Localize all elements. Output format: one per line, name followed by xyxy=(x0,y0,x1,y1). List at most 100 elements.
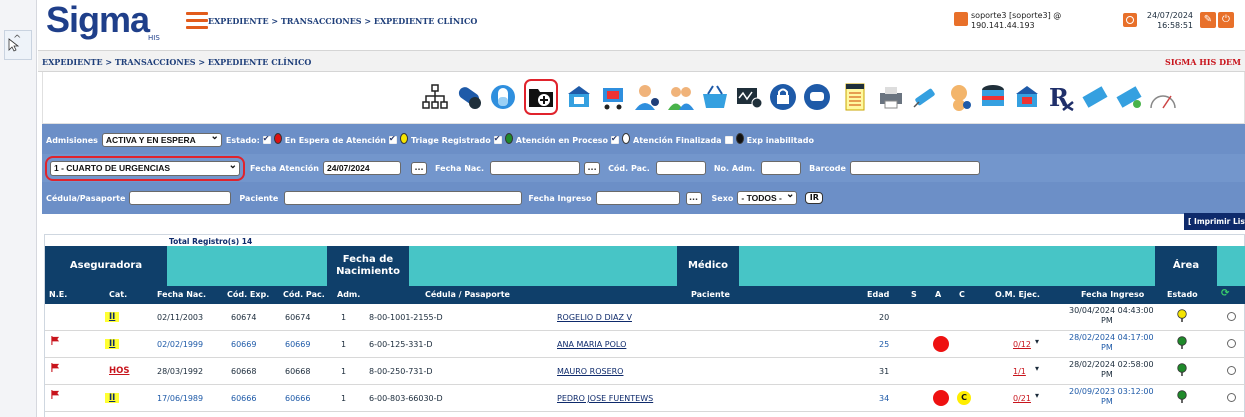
chat-icon[interactable] xyxy=(803,82,831,112)
nurse-icon[interactable] xyxy=(667,82,695,112)
group-area[interactable]: Área xyxy=(1155,246,1217,286)
checklist-icon[interactable] xyxy=(841,82,869,112)
om-link[interactable]: 0/12 xyxy=(1013,340,1031,349)
flag-icon[interactable] xyxy=(51,363,60,372)
tag-icon[interactable] xyxy=(1081,82,1109,112)
col-adm[interactable]: Adm. xyxy=(337,290,360,299)
col-edad[interactable]: Edad xyxy=(867,290,889,299)
area-select[interactable]: 1 - CUARTO DE URGENCIAS xyxy=(45,155,245,181)
category-badge[interactable]: II xyxy=(105,393,120,403)
row-radio[interactable] xyxy=(1227,339,1236,348)
fecha-atencion-picker[interactable]: ... xyxy=(411,161,427,175)
row-radio[interactable] xyxy=(1227,312,1236,321)
chevron-down-icon[interactable]: ▾ xyxy=(1035,337,1039,346)
cod-pac-input[interactable] xyxy=(655,161,706,175)
row-radio[interactable] xyxy=(1227,393,1236,402)
category-badge[interactable]: II xyxy=(105,339,120,349)
cart-icon[interactable] xyxy=(599,82,627,112)
paciente-input[interactable] xyxy=(284,191,523,205)
org-chart-icon[interactable] xyxy=(421,82,449,112)
user-icon xyxy=(954,12,968,26)
no-adm-input[interactable] xyxy=(761,161,802,175)
top-bar: Sigma HIS EXPEDIENTE > TRANSACCIONES > E… xyxy=(38,0,1245,50)
print-list-button[interactable]: [ Imprimir Lista xyxy=(1184,213,1245,230)
menu-icon[interactable] xyxy=(186,12,208,30)
table-row[interactable]: II 02/02/1999 60669 60669 1 6-00-125-331-D ANA… xyxy=(45,331,1245,358)
status-check-inabilitado[interactable] xyxy=(724,136,733,144)
patient-name-link[interactable]: MAURO ROSERO xyxy=(557,367,623,376)
refresh-icon[interactable]: ⟳ xyxy=(1221,288,1229,299)
status-check-finalizada[interactable] xyxy=(611,134,620,144)
col-s[interactable]: S xyxy=(911,290,917,299)
col-estado[interactable]: Estado xyxy=(1167,290,1198,299)
fecha-ingreso-picker[interactable]: ... xyxy=(685,191,702,205)
col-cod-pac[interactable]: Cód. Pac. xyxy=(283,290,325,299)
col-fecha-nac[interactable]: Fecha Nac. xyxy=(157,290,206,299)
patient-name-link[interactable]: ANA MARIA POLO xyxy=(557,340,626,349)
fecha-nac-picker[interactable]: ... xyxy=(584,161,601,175)
group-fecha-nacimiento[interactable]: Fecha de Nacimiento xyxy=(327,246,409,286)
flag-icon[interactable] xyxy=(51,390,60,399)
capsule-icon[interactable] xyxy=(489,82,517,112)
power-icon[interactable]: ⏻ xyxy=(1218,12,1234,28)
om-link[interactable]: 0/21 xyxy=(1013,394,1031,403)
fecha-atencion-input[interactable]: 24/07/2024 xyxy=(323,161,401,175)
syringe-icon[interactable] xyxy=(911,82,939,112)
lock-icon[interactable] xyxy=(769,82,797,112)
gauge-icon[interactable] xyxy=(1149,82,1177,112)
pill-icon[interactable] xyxy=(455,82,483,112)
barcode-input[interactable] xyxy=(849,161,980,175)
row-radio[interactable] xyxy=(1227,366,1236,375)
cod-pac-label: Cód. Pac. xyxy=(608,163,650,173)
baby-icon[interactable] xyxy=(945,82,973,112)
shopping-basket-icon[interactable] xyxy=(701,82,729,112)
table-row[interactable]: II 02/11/2003 60674 60674 1 8-00-1001-2155-D R… xyxy=(45,304,1245,331)
ir-button[interactable]: IR xyxy=(805,192,824,204)
basket-red-icon[interactable] xyxy=(1013,82,1041,112)
main-area: Sigma HIS EXPEDIENTE > TRANSACCIONES > E… xyxy=(38,0,1245,417)
chevron-down-icon[interactable]: ▾ xyxy=(1035,391,1039,400)
admisiones-select[interactable]: ACTIVA Y EN ESPERA xyxy=(101,133,222,147)
cell-adm: 1 xyxy=(341,340,347,349)
patient-name-link[interactable]: PEDRO JOSE FUENTEWS xyxy=(557,394,653,403)
col-paciente[interactable]: Paciente xyxy=(691,290,730,299)
col-cat[interactable]: Cat. xyxy=(109,290,127,299)
sexo-select[interactable]: - TODOS - xyxy=(737,191,798,205)
col-om[interactable]: O.M. Ejec. xyxy=(995,290,1040,299)
doctor-icon[interactable] xyxy=(633,82,661,112)
status-label-finalizada: Atención Finalizada xyxy=(633,135,722,145)
pill-bottle-icon[interactable] xyxy=(979,82,1007,112)
category-badge[interactable]: HOS xyxy=(105,366,133,376)
chevron-down-icon[interactable]: ▾ xyxy=(1035,364,1039,373)
om-link[interactable]: 1/1 xyxy=(1013,367,1026,376)
patient-name-link[interactable]: ROGELIO D DIAZ V xyxy=(557,313,632,322)
status-check-triage[interactable] xyxy=(388,134,397,144)
group-aseguradora[interactable]: Aseguradora xyxy=(45,246,167,286)
col-c[interactable]: C xyxy=(959,290,965,299)
monitor-icon[interactable] xyxy=(735,82,763,112)
col-fecha-ingreso[interactable]: Fecha Ingreso xyxy=(1081,290,1144,299)
table-row[interactable]: HOS 28/03/1992 60668 60668 1 8-00-250-731-D MA… xyxy=(45,358,1245,385)
status-check-proceso[interactable] xyxy=(493,134,502,144)
status-check-espera[interactable] xyxy=(262,134,271,144)
white-marker-icon xyxy=(622,132,631,144)
col-cod-exp[interactable]: Cód. Exp. xyxy=(227,290,269,299)
basket-icon[interactable] xyxy=(565,82,593,112)
group-medico[interactable]: Médico xyxy=(677,246,739,286)
col-a[interactable]: A xyxy=(935,290,941,299)
col-ne[interactable]: N.E. xyxy=(49,290,67,299)
tag-icon-2[interactable] xyxy=(1115,82,1143,112)
table-row[interactable]: II 17/06/1989 60666 60666 1 6-00-803-66030-D P… xyxy=(45,385,1245,412)
rx-icon[interactable]: R xyxy=(1047,82,1075,112)
flag-icon[interactable] xyxy=(51,336,60,345)
sub-breadcrumb: EXPEDIENTE > TRANSACCIONES > EXPEDIENTE … xyxy=(42,57,312,67)
logo[interactable]: Sigma xyxy=(46,2,150,38)
col-cedula[interactable]: Cédula / Pasaporte xyxy=(425,290,510,299)
cedula-input[interactable] xyxy=(129,191,232,205)
printer-icon[interactable] xyxy=(877,82,905,112)
fecha-nac-input[interactable] xyxy=(490,161,581,175)
category-badge[interactable]: II xyxy=(105,312,120,322)
wrench-icon[interactable]: ✎ xyxy=(1200,12,1216,28)
fecha-ingreso-input[interactable] xyxy=(595,191,680,205)
folder-add-icon[interactable] xyxy=(524,79,558,115)
